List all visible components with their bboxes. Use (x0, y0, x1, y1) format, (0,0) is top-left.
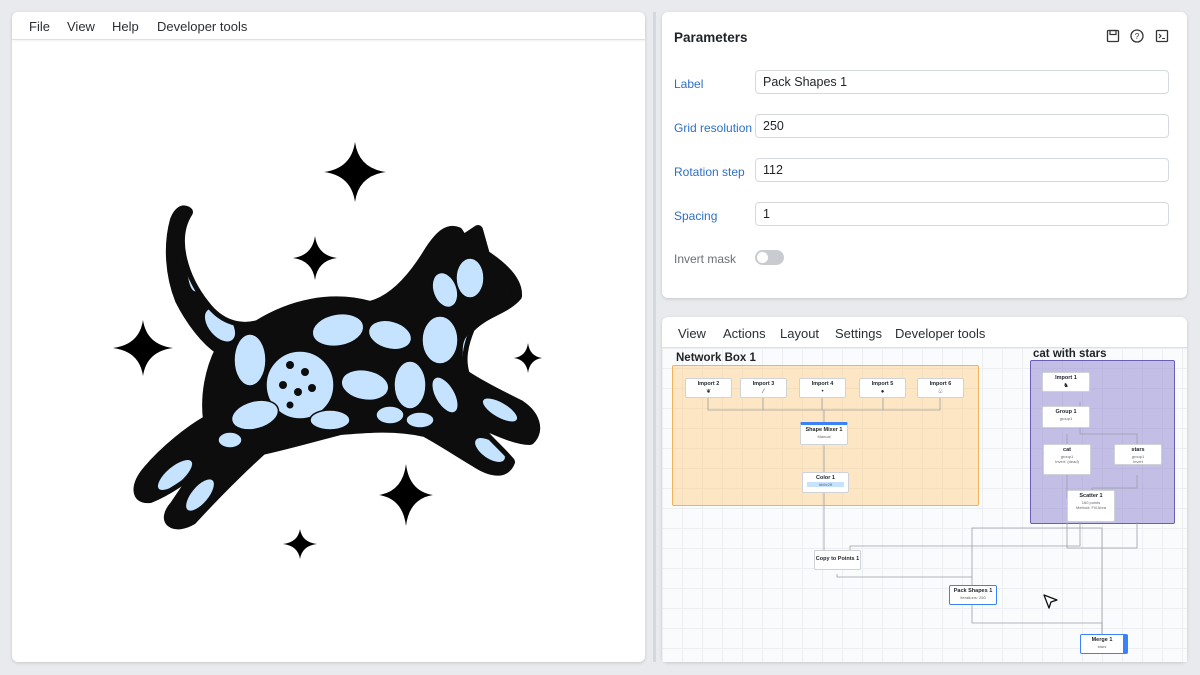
grid-resolution-label: Grid resolution (674, 121, 753, 135)
network-editor-panel: View Actions Layout Settings Developer t… (662, 317, 1187, 662)
node-color-1[interactable]: Color 1 #b9e2ff (802, 472, 849, 493)
main-menubar: File View Help Developer tools (12, 12, 645, 40)
node-graph-canvas[interactable]: Network Box 1 cat with stars Import 2 ❦ … (662, 348, 1187, 662)
render-canvas[interactable] (12, 40, 645, 662)
node-import-2[interactable]: Import 2 ❦ (685, 378, 732, 398)
node-pack-shapes-1[interactable]: Pack Shapes 1 Iterations: 250 (949, 585, 997, 605)
node-group-1[interactable]: Group 1 group1 (1042, 406, 1090, 428)
toggle-knob (757, 252, 768, 263)
menu-view[interactable]: View (67, 19, 95, 34)
bone-icon: ⁄ (762, 389, 764, 395)
rotation-step-label: Rotation step (674, 165, 745, 179)
viewport-panel: File View Help Developer tools (12, 12, 645, 662)
node-scatter-1[interactable]: Scatter 1 160 points Method: Fill Area (1067, 490, 1115, 522)
node-import-5[interactable]: Import 5 ● (859, 378, 906, 398)
net-menu-layout[interactable]: Layout (780, 326, 819, 341)
invert-mask-label: Invert mask (674, 252, 737, 266)
node-import-3[interactable]: Import 3 ⁄ (740, 378, 787, 398)
terminal-icon[interactable] (1154, 28, 1170, 44)
node-import-6[interactable]: Import 6 ♧ (917, 378, 964, 398)
bean-icon: ● (880, 389, 885, 395)
menu-help[interactable]: Help (112, 19, 139, 34)
node-shape-mixer-1[interactable]: Shape Mixer 1 Manual (800, 422, 848, 445)
node-stars[interactable]: stars group1 Invert (1114, 444, 1162, 465)
artwork (113, 142, 542, 559)
node-merge-1[interactable]: Merge 1 stars (1080, 634, 1128, 654)
label-input[interactable]: Pack Shapes 1 (755, 70, 1169, 94)
mouse-cursor-icon (1043, 594, 1058, 609)
menu-developer-tools[interactable]: Developer tools (157, 19, 247, 34)
four-point-star-icon (324, 142, 386, 202)
panel-splitter[interactable] (653, 12, 656, 662)
spacing-input[interactable]: 1 (755, 202, 1169, 226)
rotation-step-input[interactable]: 112 (755, 158, 1169, 182)
grid-resolution-input[interactable]: 250 (755, 114, 1169, 138)
parameters-title: Parameters (674, 30, 748, 45)
net-menu-developer-tools[interactable]: Developer tools (895, 326, 985, 341)
node-copy-to-points-1[interactable]: Copy to Points 1 (814, 550, 861, 570)
help-icon[interactable]: ? (1129, 28, 1145, 44)
invert-mask-toggle[interactable] (755, 250, 784, 265)
net-menu-settings[interactable]: Settings (835, 326, 882, 341)
node-cat[interactable]: cat group1 Invert: (dead) (1043, 444, 1091, 475)
node-import-1[interactable]: Import 1 ♞ (1042, 372, 1090, 392)
cat-outline (133, 205, 541, 530)
four-point-star-icon (113, 320, 173, 376)
save-icon[interactable] (1105, 28, 1121, 44)
four-point-star-icon (283, 529, 317, 559)
svg-text:?: ? (1135, 32, 1140, 41)
spacing-label: Spacing (674, 209, 718, 223)
label-field-label: Label (674, 77, 704, 91)
node-import-4[interactable]: Import 4 • (799, 378, 846, 398)
network-menubar: View Actions Layout Settings Developer t… (662, 317, 1187, 348)
cat-icon: ♞ (1063, 383, 1069, 389)
net-menu-view[interactable]: View (678, 326, 706, 341)
four-point-star-icon (514, 343, 542, 373)
drumstick-icon: • (821, 389, 824, 395)
leaf-icon: ❦ (705, 389, 712, 395)
fish-icon: ♧ (937, 389, 944, 395)
net-menu-actions[interactable]: Actions (723, 326, 766, 341)
four-point-star-icon (293, 236, 337, 280)
four-point-star-icon (379, 464, 433, 526)
parameters-panel: Parameters ? Label Pack Shapes 1 Grid re… (662, 12, 1187, 298)
menu-file[interactable]: File (29, 19, 50, 34)
